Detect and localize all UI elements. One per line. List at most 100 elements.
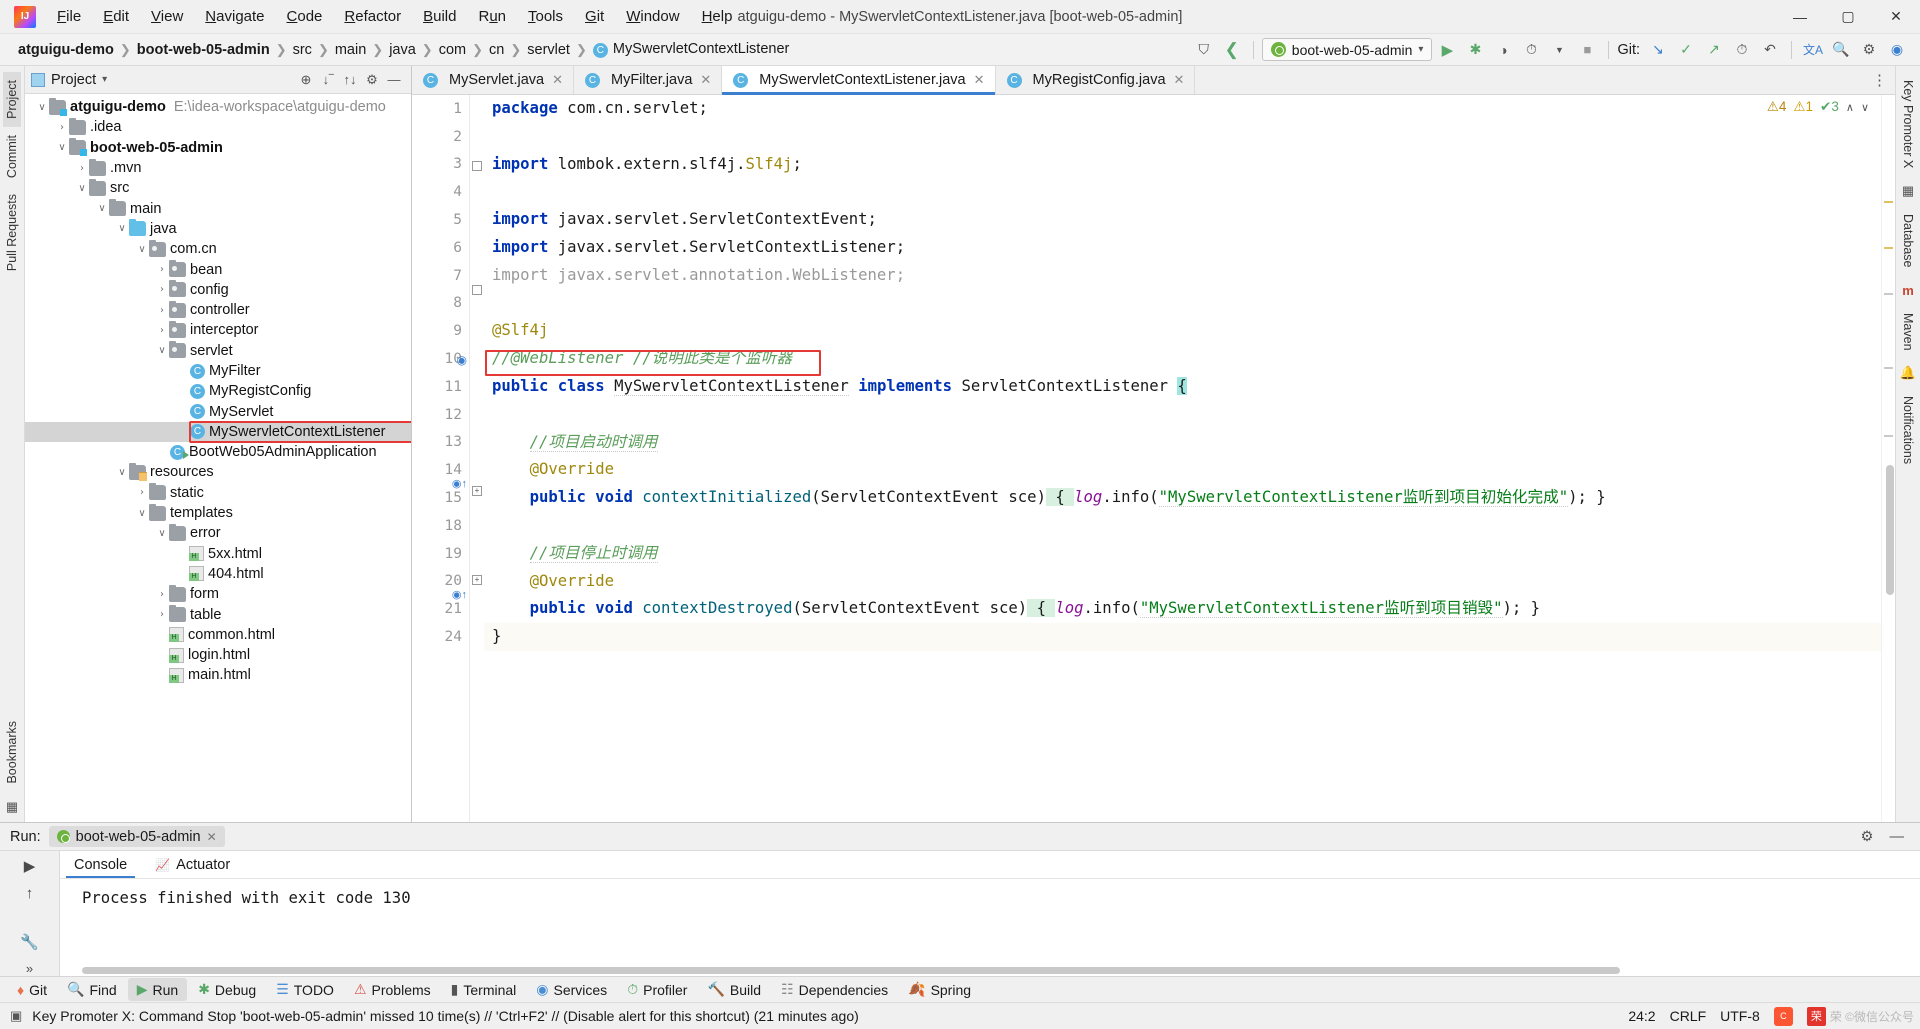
typo-marker[interactable] (1884, 435, 1893, 437)
git-update-icon[interactable]: ↘ (1645, 37, 1671, 63)
menu-window[interactable]: Window (615, 4, 690, 29)
gutter-line-number[interactable]: 19 (412, 540, 469, 568)
git-history-icon[interactable]: ⏱ (1729, 37, 1755, 63)
tree-item-login-html[interactable]: login.html (25, 645, 411, 665)
maven-icon[interactable]: m (1902, 276, 1914, 305)
rerun-icon[interactable]: ▶ (24, 857, 36, 875)
bottom-tab-run[interactable]: ▶ Run (127, 978, 188, 1001)
gutter-line-number[interactable]: 8 (412, 290, 469, 318)
run-with-coverage-icon[interactable]: ◑ (1490, 37, 1516, 63)
tree-item-form[interactable]: › form (25, 584, 411, 604)
override-method-marker[interactable]: ◉↑ (452, 588, 467, 601)
tree-item-table[interactable]: › table (25, 604, 411, 624)
tree-item-atguigu-demo[interactable]: ∨ atguigu-demo E:\idea-workspace\atguigu-d… (25, 97, 411, 117)
code-line[interactable] (484, 512, 1881, 540)
gutter-line-number[interactable]: 24 (412, 623, 469, 651)
chevron-down-icon[interactable]: ∨ (155, 345, 169, 356)
gutter-line-number[interactable]: 5 (412, 206, 469, 234)
tree-item-main-html[interactable]: main.html (25, 665, 411, 685)
editor-tab-myservlet[interactable]: C MyServlet.java ✕ (412, 66, 574, 94)
git-commit-icon[interactable]: ✓ (1673, 37, 1699, 63)
chevron-down-icon[interactable]: ∨ (155, 528, 169, 539)
bottom-tab-spring[interactable]: 🍂 Spring (899, 978, 980, 1001)
chevron-down-icon[interactable]: ∨ (135, 508, 149, 519)
tool-tab-notifications[interactable]: Notifications (1899, 388, 1917, 472)
chevron-right-icon[interactable]: › (155, 305, 169, 316)
database-panel-icon[interactable]: ▦ (1902, 176, 1914, 206)
code-line[interactable] (484, 401, 1881, 429)
code-line[interactable]: //项目启动时调用 (484, 429, 1881, 457)
tab-actuator[interactable]: 📈 Actuator (141, 851, 244, 878)
tree-item-bootweb05adminapplication[interactable]: C BootWeb05AdminApplication (25, 442, 411, 462)
chevron-right-icon[interactable]: › (135, 487, 149, 498)
chevron-down-icon[interactable]: ∨ (55, 142, 69, 153)
console-horizontal-scrollbar[interactable] (82, 967, 1620, 974)
menu-git[interactable]: Git (574, 4, 615, 29)
code-line[interactable]: } (484, 623, 1881, 651)
bottom-tab-find[interactable]: 🔍 Find (58, 978, 126, 1001)
bottom-tab-profiler[interactable]: ⏱ Profiler (618, 978, 696, 1001)
collapse-all-icon[interactable]: ↓‾ (317, 69, 339, 91)
code-line[interactable]: public class MySwervletContextListener i… (484, 373, 1881, 401)
code-line[interactable] (484, 123, 1881, 151)
menu-help[interactable]: Help (691, 4, 744, 29)
chevron-right-icon[interactable]: › (155, 609, 169, 620)
tree-item-templates[interactable]: ∨ templates (25, 503, 411, 523)
chevron-right-icon[interactable]: › (155, 589, 169, 600)
structure-icon[interactable]: ▦ (6, 792, 18, 822)
chevron-right-icon[interactable]: › (55, 122, 69, 133)
gutter-line-number[interactable]: 11 (412, 373, 469, 401)
chevron-down-icon[interactable]: ∨ (115, 467, 129, 478)
minimize-button[interactable]: — (1776, 0, 1824, 34)
tree-item-interceptor[interactable]: › interceptor (25, 320, 411, 340)
run-configuration-selector[interactable]: boot-web-05-admin ▾ (1261, 38, 1433, 61)
bottom-tab-debug[interactable]: ✱ Debug (189, 978, 265, 1001)
editor-tab-myfilter[interactable]: C MyFilter.java ✕ (574, 66, 723, 94)
tree-item-myservlet[interactable]: C MyServlet (25, 401, 411, 421)
fold-method-contextinitialized[interactable]: + (472, 486, 482, 496)
tree-item-myfilter[interactable]: C MyFilter (25, 361, 411, 381)
close-button[interactable]: ✕ (1872, 0, 1920, 34)
menu-refactor[interactable]: Refactor (333, 4, 412, 29)
chevron-right-icon[interactable]: › (155, 325, 169, 336)
settings-icon[interactable]: ⚙ (1855, 829, 1880, 845)
typo-marker[interactable] (1884, 367, 1893, 369)
code-content[interactable]: package com.cn.servlet; import lombok.ext… (484, 95, 1881, 822)
tree-item-myswervletcontextlistener[interactable]: C MySwervletContextListener (25, 421, 411, 443)
translate-icon[interactable]: 文A (1800, 37, 1826, 63)
code-line[interactable]: public void contextInitialized(ServletCo… (484, 484, 1881, 512)
chevron-down-icon[interactable]: ∨ (115, 223, 129, 234)
editor-fold-column[interactable]: + + (470, 95, 484, 822)
bottom-tab-services[interactable]: ◉ Services (527, 978, 616, 1001)
console-output[interactable]: Process finished with exit code 130 (60, 879, 1920, 976)
code-line[interactable]: //@WebListener //说明此类是个监听器 (484, 345, 1881, 373)
tool-tab-bookmarks[interactable]: Bookmarks (3, 713, 21, 792)
tree-item-com-cn[interactable]: ∨ com.cn (25, 239, 411, 259)
tree-item-boot-web-05-admin[interactable]: ∨ boot-web-05-admin (25, 138, 411, 158)
code-line[interactable]: import javax.servlet.ServletContextListe… (484, 234, 1881, 262)
chevron-down-icon[interactable]: ∨ (75, 183, 89, 194)
chevron-right-icon[interactable]: › (155, 264, 169, 275)
fold-import-region-end[interactable] (472, 285, 482, 295)
fold-import-region-start[interactable] (472, 161, 482, 171)
menu-code[interactable]: Code (276, 4, 334, 29)
chevron-up-icon[interactable]: ∧ (1846, 101, 1854, 114)
code-line[interactable]: package com.cn.servlet; (484, 95, 1881, 123)
code-line[interactable] (484, 290, 1881, 318)
editor-tab-myswervletcontextlistener[interactable]: C MySwervletContextListener.java ✕ (722, 66, 996, 95)
menu-edit[interactable]: Edit (92, 4, 140, 29)
gutter-line-number[interactable]: 2 (412, 123, 469, 151)
chevron-down-icon[interactable]: ∨ (35, 102, 49, 113)
tree-item--idea[interactable]: › .idea (25, 117, 411, 137)
breadcrumb-item-project[interactable]: atguigu-demo (14, 40, 118, 60)
locate-icon[interactable]: ⊕ (295, 69, 317, 91)
menu-build[interactable]: Build (412, 4, 467, 29)
menu-file[interactable]: File (46, 4, 92, 29)
settings-icon[interactable]: ⚙ (361, 69, 383, 91)
hide-panel-icon[interactable]: — (383, 69, 405, 91)
tool-tab-project[interactable]: Project (3, 72, 21, 127)
menu-tools[interactable]: Tools (517, 4, 574, 29)
tree-item-main[interactable]: ∨ main (25, 198, 411, 218)
chevron-down-icon[interactable]: ∨ (135, 244, 149, 255)
editor-tab-myregistconfig[interactable]: C MyRegistConfig.java ✕ (995, 66, 1196, 94)
